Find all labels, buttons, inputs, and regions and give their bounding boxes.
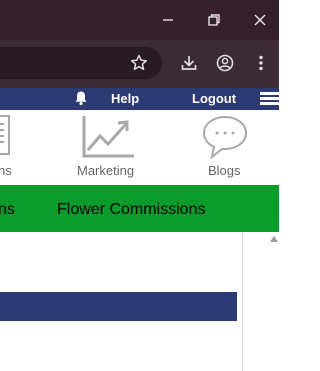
restore-icon[interactable]	[204, 10, 224, 30]
more-vert-icon[interactable]	[251, 53, 271, 73]
profile-icon[interactable]	[215, 53, 235, 73]
logout-link[interactable]: Logout	[192, 91, 236, 106]
bell-icon[interactable]	[73, 90, 89, 106]
bookmark-star-icon[interactable]	[129, 53, 149, 73]
close-icon[interactable]	[250, 10, 270, 30]
help-link[interactable]: Help	[111, 91, 139, 106]
tile-label-ns[interactable]: ns	[0, 163, 12, 178]
tile-label-blogs[interactable]: Blogs	[208, 163, 241, 178]
speech-bubble-icon[interactable]	[201, 115, 249, 164]
chart-trend-icon[interactable]	[82, 114, 136, 163]
section-header-bar	[0, 292, 237, 321]
site-top-nav	[0, 88, 279, 110]
download-icon[interactable]	[179, 53, 199, 73]
content-divider	[242, 232, 243, 371]
document-icon[interactable]	[0, 114, 12, 161]
hamburger-menu-icon[interactable]	[260, 92, 279, 106]
tile-label-marketing[interactable]: Marketing	[77, 163, 134, 178]
green-nav-item-flower-commissions[interactable]: Flower Commissions	[57, 201, 205, 219]
minimize-icon[interactable]	[158, 10, 178, 30]
browser-titlebar	[0, 0, 279, 40]
scroll-up-icon[interactable]	[270, 236, 278, 242]
green-nav-item-ns[interactable]: ns	[0, 201, 15, 219]
